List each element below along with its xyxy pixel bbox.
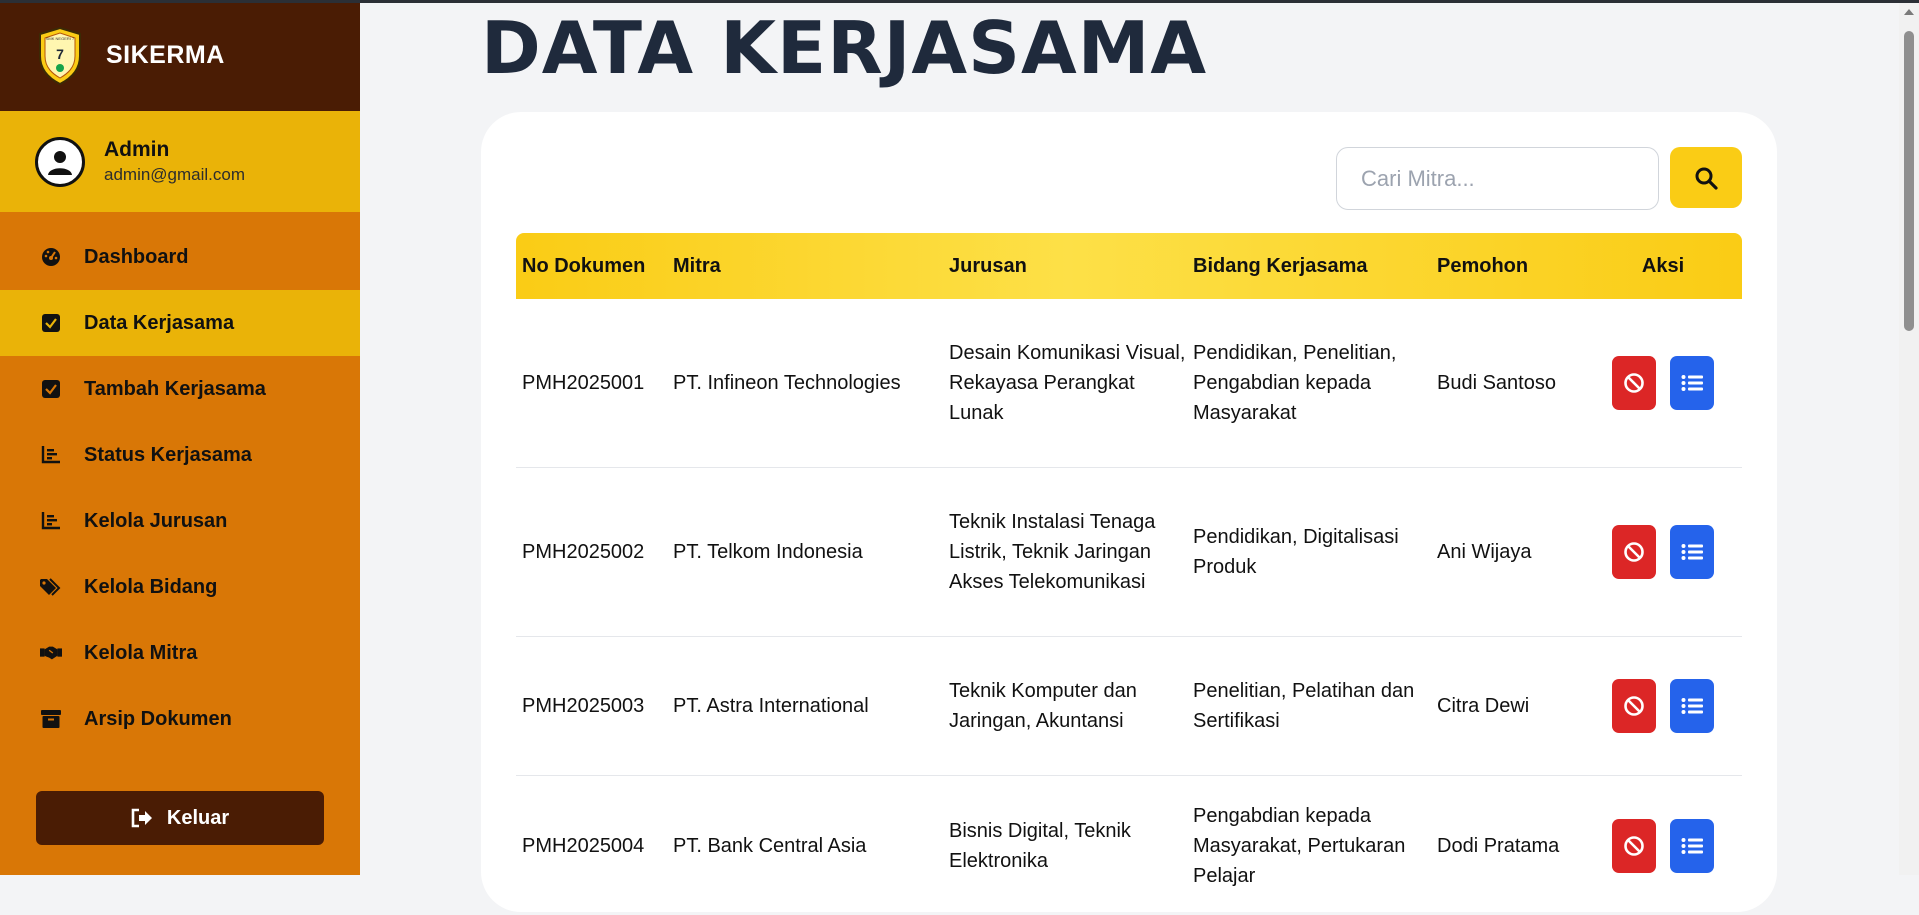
cell-aksi (1584, 679, 1742, 733)
cell-aksi (1584, 818, 1742, 873)
page-title: DATA KERJASAMA (481, 6, 1208, 90)
column-header-mitra[interactable]: Mitra (673, 255, 949, 278)
cell-bidang: Pendidikan, Penelitian, Pengabdian kepad… (1193, 342, 1397, 424)
cell-no-dokumen: PMH2025001 (522, 372, 645, 394)
column-header-pemohon[interactable]: Pemohon (1437, 255, 1584, 278)
cancel-button[interactable] (1612, 679, 1656, 733)
dashboard-gauge-icon (40, 246, 62, 268)
cell-no-dokumen: PMH2025003 (522, 695, 645, 717)
cell-bidang: Penelitian, Pelatihan dan Sertifikasi (1193, 680, 1415, 732)
window-top-border (0, 0, 1919, 3)
logout-button[interactable]: Keluar (36, 791, 324, 845)
cell-aksi (1584, 525, 1742, 579)
cancel-button[interactable] (1612, 356, 1656, 410)
sidebar: SMK NEGERI 7 7 SIKERMA Admin admin@gmail… (0, 0, 360, 875)
bar-chart-icon (40, 510, 62, 532)
sidebar-item-label: Tambah Kerjasama (84, 377, 266, 400)
sidebar-item-label: Arsip Dokumen (84, 707, 232, 730)
logout-label: Keluar (166, 806, 230, 829)
list-icon (1681, 837, 1703, 854)
column-header-jurusan[interactable]: Jurusan (949, 255, 1193, 278)
checkbox-icon (40, 312, 62, 334)
cell-pemohon: Dodi Pratama (1437, 834, 1560, 857)
cell-pemohon: Citra Dewi (1437, 695, 1530, 717)
cell-mitra: PT. Bank Central Asia (673, 834, 867, 857)
sidebar-item-arsip-dokumen[interactable]: Arsip Dokumen (0, 686, 360, 752)
cell-jurusan: Bisnis Digital, Teknik Elektronika (949, 819, 1131, 872)
cell-bidang: Pendidikan, Digitalisasi Produk (1193, 526, 1399, 578)
logo-text: SMK NEGERI 7 (46, 36, 75, 41)
sidebar-item-kelola-bidang[interactable]: Kelola Bidang (0, 554, 360, 620)
ban-icon (1624, 373, 1644, 393)
sign-out-icon (131, 808, 152, 828)
detail-button[interactable] (1670, 818, 1714, 873)
sidebar-item-label: Dashboard (84, 245, 189, 268)
sidebar-item-dashboard[interactable]: Dashboard (0, 224, 360, 290)
list-icon (1681, 698, 1703, 714)
archive-box-icon (40, 708, 62, 730)
list-icon (1681, 544, 1703, 560)
cell-mitra: PT. Telkom Indonesia (673, 541, 863, 563)
table-row: PMH2025001 PT. Infineon Technologies Des… (516, 299, 1742, 468)
search-button[interactable] (1670, 147, 1742, 208)
cancel-button[interactable] (1612, 525, 1656, 579)
search-icon (1695, 167, 1718, 190)
cell-jurusan: Teknik Komputer dan Jaringan, Akuntansi (949, 680, 1137, 732)
sidebar-item-label: Status Kerjasama (84, 443, 252, 466)
app-name: SIKERMA (106, 41, 225, 69)
cell-jurusan: Desain Komunikasi Visual, Rekayasa Peran… (949, 342, 1186, 424)
sidebar-item-kelola-mitra[interactable]: Kelola Mitra (0, 620, 360, 686)
sidebar-item-label: Data Kerjasama (84, 311, 235, 334)
page-scrollbar[interactable] (1899, 3, 1919, 875)
search-input[interactable] (1336, 147, 1659, 210)
checkbox-icon (40, 378, 62, 400)
table-header: No Dokumen Mitra Jurusan Bidang Kerjasam… (516, 233, 1742, 299)
brand-header: SMK NEGERI 7 7 SIKERMA (0, 0, 360, 111)
ban-icon (1624, 835, 1644, 856)
sidebar-item-label: Kelola Bidang (84, 575, 218, 598)
cell-no-dokumen: PMH2025004 (522, 834, 645, 857)
table-row: PMH2025003 PT. Astra International Tekni… (516, 637, 1742, 776)
ban-icon (1624, 696, 1644, 716)
sidebar-item-kelola-jurusan[interactable]: Kelola Jurusan (0, 488, 360, 554)
list-icon (1681, 375, 1703, 391)
bar-chart-icon (40, 444, 62, 466)
detail-button[interactable] (1670, 525, 1714, 579)
user-profile: Admin admin@gmail.com (0, 111, 360, 212)
table-row: PMH2025004 PT. Bank Central Asia Bisnis … (516, 776, 1742, 915)
table-row: PMH2025002 PT. Telkom Indonesia Teknik I… (516, 468, 1742, 637)
sidebar-item-label: Kelola Jurusan (84, 509, 228, 532)
cancel-button[interactable] (1612, 818, 1656, 873)
cell-pemohon: Budi Santoso (1437, 372, 1556, 394)
cell-aksi (1584, 356, 1742, 410)
user-email: admin@gmail.com (104, 165, 246, 184)
tags-icon (40, 576, 62, 598)
user-avatar-icon (35, 136, 85, 187)
cell-no-dokumen: PMH2025002 (522, 541, 645, 563)
user-name: Admin (104, 138, 170, 161)
cell-mitra: PT. Astra International (673, 695, 869, 717)
kerjasama-table: No Dokumen Mitra Jurusan Bidang Kerjasam… (516, 233, 1742, 915)
detail-button[interactable] (1670, 356, 1714, 410)
cell-bidang: Pengabdian kepada Masyarakat, Pertukaran… (1193, 804, 1406, 887)
cell-mitra: PT. Infineon Technologies (673, 372, 901, 394)
svg-text:7: 7 (56, 46, 64, 62)
sidebar-item-data-kerjasama[interactable]: Data Kerjasama (0, 290, 360, 356)
ban-icon (1624, 542, 1644, 562)
column-header-no-dokumen[interactable]: No Dokumen (516, 255, 673, 278)
cell-pemohon: Ani Wijaya (1437, 541, 1532, 563)
school-logo-icon: SMK NEGERI 7 7 (39, 26, 81, 85)
scrollbar-thumb[interactable] (1904, 31, 1914, 331)
sidebar-item-label: Kelola Mitra (84, 641, 198, 664)
handshake-icon (40, 642, 62, 664)
sidebar-item-status-kerjasama[interactable]: Status Kerjasama (0, 422, 360, 488)
column-header-bidang[interactable]: Bidang Kerjasama (1193, 255, 1437, 278)
sidebar-item-tambah-kerjasama[interactable]: Tambah Kerjasama (0, 356, 360, 422)
cell-jurusan: Teknik Instalasi Tenaga Listrik, Teknik … (949, 511, 1156, 593)
data-card: No Dokumen Mitra Jurusan Bidang Kerjasam… (481, 112, 1777, 912)
detail-button[interactable] (1670, 679, 1714, 733)
scroll-up-arrow-icon[interactable] (1904, 9, 1914, 15)
sidebar-nav: Dashboard Data Kerjasama Tambah Kerjasam… (0, 224, 360, 752)
column-header-aksi: Aksi (1641, 254, 1685, 277)
